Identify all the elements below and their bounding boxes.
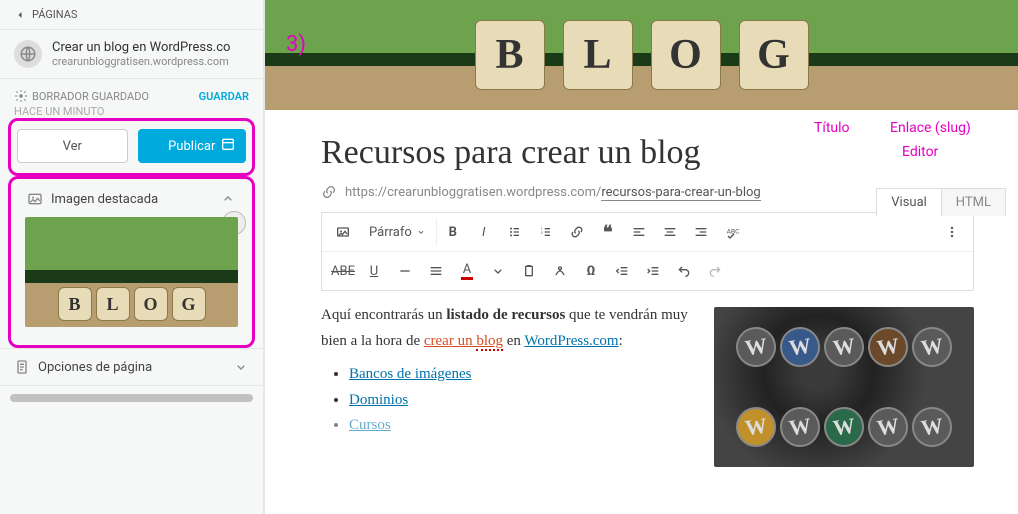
hero-image[interactable]: BLOG [265, 0, 1018, 110]
slug-editable[interactable]: recursos-para-crear-un-blog [601, 185, 760, 201]
paste-text-button[interactable] [514, 257, 544, 285]
indent-button[interactable] [638, 257, 668, 285]
sidebar-scrollbar[interactable] [10, 394, 253, 402]
view-button[interactable]: Ver [17, 129, 128, 163]
inline-image[interactable]: WWWWW WWWWW [714, 307, 974, 467]
back-label: PÁGINAS [32, 8, 77, 21]
sidebar: PÁGINAS Crear un blog en WordPress.co cr… [0, 0, 264, 514]
align-left-button[interactable] [624, 218, 654, 246]
status-text: BORRADOR GUARDADO [32, 90, 149, 103]
status-time: HACE UN MINUTO [14, 105, 249, 118]
horizontal-rule-button[interactable] [390, 257, 420, 285]
calendar-icon [220, 136, 236, 152]
save-link[interactable]: GUARDAR [199, 90, 249, 103]
clear-formatting-button[interactable] [545, 257, 575, 285]
special-char-button[interactable]: Ω [576, 257, 606, 285]
editor-mode-tabs: Visual HTML [876, 188, 1006, 216]
page-icon [14, 359, 30, 375]
spellcheck-button[interactable]: ABC [717, 218, 747, 246]
block-format-select[interactable]: Párrafo [359, 218, 437, 246]
permalink[interactable]: https://crearunbloggratisen.wordpress.co… [345, 185, 761, 200]
link-icon [321, 184, 337, 200]
justify-button[interactable] [421, 257, 451, 285]
status-area: BORRADOR GUARDADO GUARDAR HACE UN MINUTO [0, 79, 263, 118]
featured-image-label: Imagen destacada [51, 192, 158, 207]
editor-toolbar: Párrafo B I 12 ❝ ABC ABE U [321, 212, 974, 291]
list-item[interactable]: Dominios [349, 392, 408, 408]
redo-button[interactable] [700, 257, 730, 285]
publish-button[interactable]: Publicar [138, 129, 247, 163]
bold-button[interactable]: B [438, 218, 468, 246]
page-domain: crearunbloggratisen.wordpress.com [52, 55, 249, 68]
back-to-pages[interactable]: PÁGINAS [0, 0, 263, 30]
editor-main: BLOG Recursos para crear un blog https:/… [264, 0, 1018, 514]
chevron-down-icon [233, 359, 249, 375]
image-icon [27, 191, 43, 207]
tab-html[interactable]: HTML [942, 189, 1005, 216]
globe-icon [14, 40, 42, 68]
numbered-list-button[interactable]: 12 [531, 218, 561, 246]
strikethrough-button[interactable]: ABE [328, 257, 358, 285]
wordpress-link[interactable]: WordPress.com [524, 333, 618, 349]
underline-button[interactable]: U [359, 257, 389, 285]
chevron-down-icon [416, 227, 426, 237]
italic-button[interactable]: I [469, 218, 499, 246]
tab-visual[interactable]: Visual [877, 189, 942, 216]
outdent-button[interactable] [607, 257, 637, 285]
chevron-up-icon [220, 191, 236, 207]
bullet-list-button[interactable] [500, 218, 530, 246]
page-title-input[interactable]: Recursos para crear un blog [321, 134, 974, 172]
blockquote-button[interactable]: ❝ [593, 218, 623, 246]
annotation-highlight-featured: Imagen destacada BLOG [8, 176, 255, 348]
annotation-highlight-buttons: Ver Publicar [8, 118, 255, 176]
link-button[interactable] [562, 218, 592, 246]
align-center-button[interactable] [655, 218, 685, 246]
featured-image-panel-header[interactable]: Imagen destacada [13, 181, 250, 217]
more-toolbar-button[interactable] [937, 218, 967, 246]
text-color-button[interactable]: A [452, 257, 482, 285]
page-options-panel-header[interactable]: Opciones de página [0, 349, 263, 385]
cog-icon [14, 89, 28, 103]
featured-image-preview[interactable]: BLOG [13, 217, 250, 339]
svg-text:2: 2 [540, 230, 543, 235]
editor-body[interactable]: WWWWW WWWWW Aquí encontrarás un listado … [321, 303, 974, 439]
page-options-label: Opciones de página [38, 360, 152, 375]
chevron-down-icon[interactable] [483, 257, 513, 285]
add-media-button[interactable] [328, 218, 358, 246]
arrow-left-icon [14, 9, 26, 21]
page-name: Crear un blog en WordPress.co [52, 40, 249, 55]
current-page-card[interactable]: Crear un blog en WordPress.co crearunblo… [0, 30, 263, 79]
list-item[interactable]: Cursos [349, 417, 391, 433]
align-right-button[interactable] [686, 218, 716, 246]
list-item[interactable]: Bancos de imágenes [349, 366, 471, 382]
undo-button[interactable] [669, 257, 699, 285]
